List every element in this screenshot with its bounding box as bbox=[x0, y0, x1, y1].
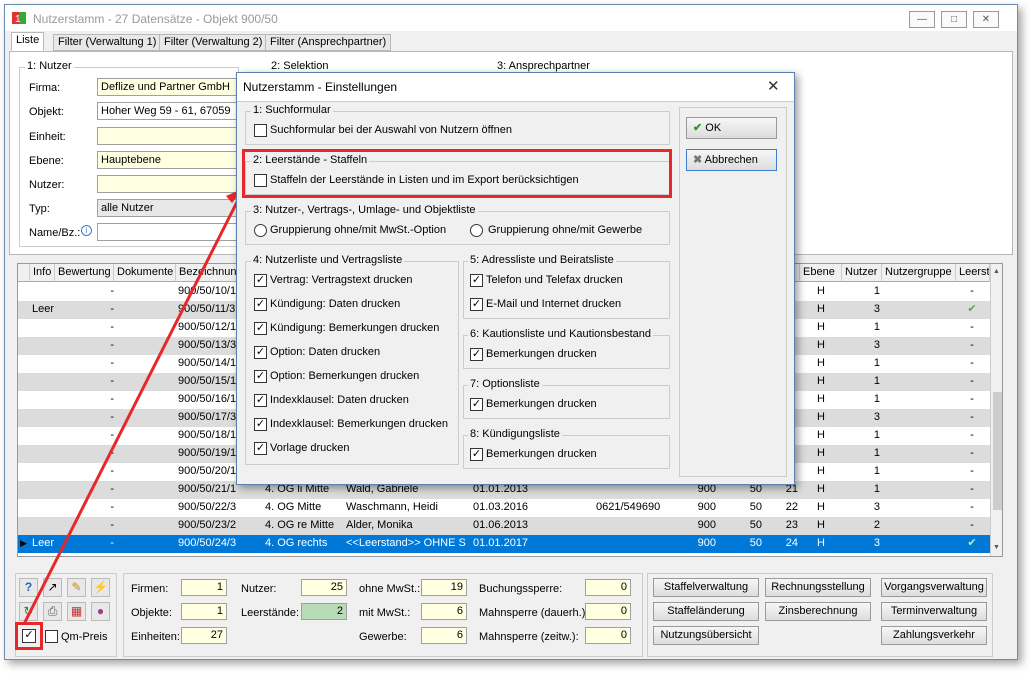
kaution-bemerkungen-checkbox[interactable]: ✓ bbox=[470, 348, 483, 361]
settings-dialog: Nutzerstamm - Einstellungen ✕ ✔ OK ✖ Abb… bbox=[236, 72, 795, 485]
option-bemerkungen-checkbox[interactable]: ✓ bbox=[470, 398, 483, 411]
cancel-button[interactable]: ✖ Abbrechen bbox=[686, 149, 777, 171]
vertragsliste-option-label: Vorlage drucken bbox=[270, 442, 350, 454]
check-icon: ✔ bbox=[693, 122, 703, 134]
vertragsliste-checkbox[interactable]: ✓ bbox=[254, 274, 267, 287]
vertragsliste-checkbox[interactable]: ✓ bbox=[254, 394, 267, 407]
vertragsliste-option-label: Indexklausel: Daten drucken bbox=[270, 394, 409, 406]
vertragsliste-checkbox[interactable]: ✓ bbox=[254, 322, 267, 335]
kautionsliste-group-title: 6: Kautionsliste und Kautionsbestand bbox=[468, 328, 654, 340]
vertragsliste-option-label: Vertrag: Vertragstext drucken bbox=[270, 274, 413, 286]
gewerbe-radio-label: Gruppierung ohne/mit Gewerbe bbox=[488, 224, 643, 236]
vertragsliste-checkbox[interactable]: ✓ bbox=[254, 346, 267, 359]
ok-label: OK bbox=[705, 122, 722, 134]
mwst-radio[interactable] bbox=[254, 224, 267, 237]
dialog-title: Nutzerstamm - Einstellungen bbox=[243, 80, 398, 94]
mwst-radio-label: Gruppierung ohne/mit MwSt.-Option bbox=[270, 224, 447, 236]
vertragsliste-option-label: Option: Daten drucken bbox=[270, 346, 381, 358]
gewerbe-radio[interactable] bbox=[470, 224, 483, 237]
vertragsliste-checkbox[interactable]: ✓ bbox=[254, 418, 267, 431]
option-bemerkungen-label: Bemerkungen drucken bbox=[486, 398, 597, 410]
kuendigung-bemerkungen-checkbox[interactable]: ✓ bbox=[470, 448, 483, 461]
kuendigung-bemerkungen-label: Bemerkungen drucken bbox=[486, 448, 597, 460]
telefon-checkbox[interactable]: ✓ bbox=[470, 274, 483, 287]
vertragsliste-option-label: Indexklausel: Bemerkungen drucken bbox=[270, 418, 448, 430]
vertragsliste-option-label: Kündigung: Bemerkungen drucken bbox=[270, 322, 440, 334]
vertragsliste-checkbox[interactable]: ✓ bbox=[254, 298, 267, 311]
leerstaende-highlight bbox=[242, 149, 672, 198]
kuendigungsliste-group-title: 8: Kündigungsliste bbox=[468, 428, 562, 440]
dialog-close-icon[interactable]: ✕ bbox=[767, 77, 780, 95]
email-checkbox[interactable]: ✓ bbox=[470, 298, 483, 311]
suchformular-group-title: 1: Suchformular bbox=[251, 104, 333, 116]
nutzerliste-options-group-title: 3: Nutzer-, Vertrags-, Umlage- und Objek… bbox=[251, 204, 478, 216]
optionsliste-group-title: 7: Optionsliste bbox=[468, 378, 542, 390]
vertragsliste-checkbox[interactable]: ✓ bbox=[254, 370, 267, 383]
vertragsliste-group bbox=[245, 261, 459, 465]
suchformular-checkbox[interactable] bbox=[254, 124, 267, 137]
adressliste-group-title: 5: Adressliste und Beiratsliste bbox=[468, 254, 616, 266]
vertragsliste-option-label: Option: Bemerkungen drucken bbox=[270, 370, 420, 382]
suchformular-label: Suchformular bei der Auswahl von Nutzern… bbox=[270, 124, 512, 136]
telefon-label: Telefon und Telefax drucken bbox=[486, 274, 623, 286]
cancel-label: Abbrechen bbox=[704, 154, 758, 166]
cancel-icon: ✖ bbox=[693, 154, 703, 166]
vertragsliste-option-label: Kündigung: Daten drucken bbox=[270, 298, 401, 310]
email-label: E-Mail und Internet drucken bbox=[486, 298, 622, 310]
title-divider bbox=[237, 101, 794, 102]
adressliste-group bbox=[463, 261, 670, 319]
dialog-title-bar: Nutzerstamm - Einstellungen ✕ bbox=[237, 73, 794, 101]
ok-button[interactable]: ✔ OK bbox=[686, 117, 777, 139]
vertragsliste-checkbox[interactable]: ✓ bbox=[254, 442, 267, 455]
vertragsliste-group-title: 4: Nutzerliste und Vertragsliste bbox=[251, 254, 405, 266]
kaution-bemerkungen-label: Bemerkungen drucken bbox=[486, 348, 597, 360]
